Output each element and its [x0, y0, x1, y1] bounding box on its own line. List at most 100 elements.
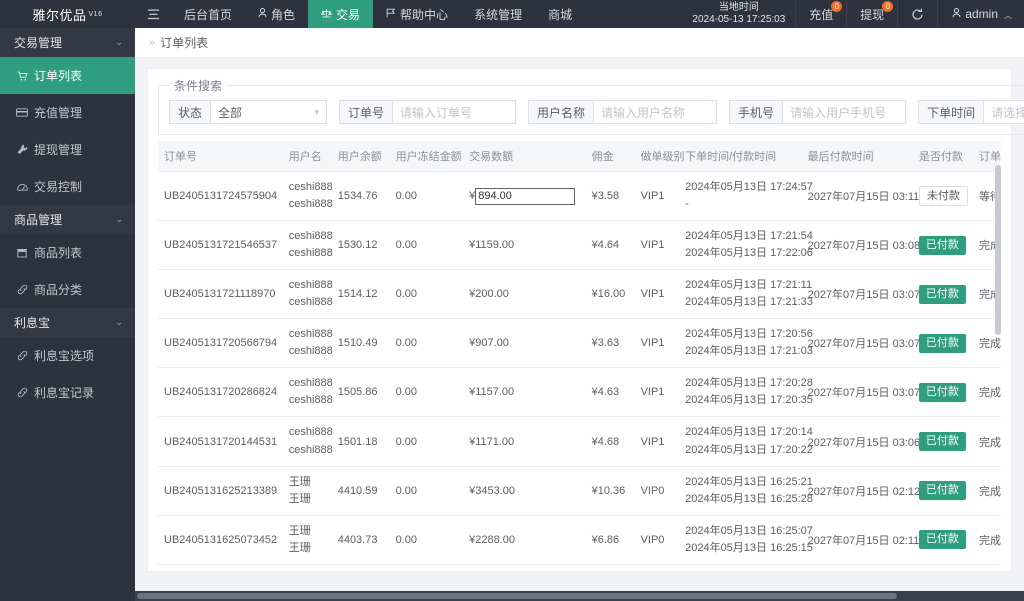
cell-username: ceshi888ceshi888 — [283, 172, 332, 221]
amount-value: ¥1157.00 — [469, 386, 514, 398]
col-frozen: 用户冻结金额 — [390, 141, 463, 172]
sidebar-group-label: 利息宝 — [14, 314, 50, 331]
withdraw-button[interactable]: 提现 0 — [846, 0, 897, 28]
sidebar-item-label: 商品分类 — [34, 281, 82, 298]
status-badge: 已付款 — [919, 530, 966, 549]
order-time-filter: 下单时间 请选择添加时间 — [918, 100, 1024, 124]
nav-item-role[interactable]: 角色 — [245, 0, 308, 28]
main-nav-items: 后台首页 角色 交易 帮助中心 系统管理 — [171, 0, 585, 28]
cell-order-no: UB2405131625213389 — [158, 466, 283, 515]
sidebar-item-withdraw-management[interactable]: 提现管理 — [0, 131, 135, 168]
cell-frozen: 0.00 — [390, 417, 463, 466]
user-menu[interactable]: admin — [937, 0, 1024, 28]
nav-item-dashboard[interactable]: 后台首页 — [171, 0, 245, 28]
col-paid: 是否付款 — [913, 141, 973, 172]
horizontal-scrollbar-thumb[interactable] — [137, 593, 897, 599]
cell-paid: 已付款 — [913, 417, 973, 466]
sidebar-item-product-list[interactable]: 商品列表 — [0, 234, 135, 271]
col-balance: 用户余额 — [332, 141, 390, 172]
link-icon — [16, 387, 28, 398]
table-vertical-scrollbar[interactable] — [995, 165, 1001, 335]
breadcrumb-separator: » — [149, 37, 155, 49]
nav-label: 帮助中心 — [400, 6, 448, 23]
hamburger-icon[interactable] — [135, 0, 171, 28]
sidebar-item-product-category[interactable]: 商品分类 — [0, 271, 135, 308]
local-time-label: 当地时间 — [719, 2, 759, 15]
amount-editor[interactable]: ¥ — [469, 188, 575, 205]
nav-item-transaction[interactable]: 交易 — [308, 0, 373, 28]
col-level: 做单级别 — [635, 141, 680, 172]
cell-frozen: 0.00 — [390, 368, 463, 417]
cell-username: ceshi888ceshi888 — [283, 368, 332, 417]
col-order-no: 订单号 — [158, 141, 283, 172]
cell-amount: ¥1171.00 — [463, 417, 585, 466]
order-table: 订单号 用户名 用户余额 用户冻结金额 交易数额 佣金 做单级别 下单时间/付款… — [158, 141, 1001, 571]
cell-frozen: 0.00 — [390, 564, 463, 571]
phone-filter: 手机号 请输入用户手机号 — [729, 100, 906, 124]
cell-username: ceshi888ceshi888 — [283, 270, 332, 319]
sidebar-item-order-list[interactable]: 订单列表 — [0, 57, 135, 94]
cell-commission: ¥3.58 — [586, 172, 635, 221]
cell-balance: 4410.59 — [332, 466, 390, 515]
cell-amount: ¥200.00 — [463, 270, 585, 319]
logo-version: V16 — [89, 11, 103, 18]
sidebar-item-transaction-control[interactable]: 交易控制 — [0, 168, 135, 205]
amount-input[interactable] — [475, 188, 575, 205]
sidebar-item-interest-records[interactable]: 利息宝记录 — [0, 374, 135, 411]
cell-last-pay: 2027年07月15日 03:07:35 — [802, 319, 913, 368]
cell-order-no: UB2405131720566794 — [158, 319, 283, 368]
top-navigation-bar: 雅尔优品V16 后台首页 角色 交易 — [0, 0, 1024, 28]
nav-item-help-center[interactable]: 帮助中心 — [373, 0, 461, 28]
amount-value: ¥2288.00 — [469, 534, 515, 546]
cell-order-no: UB2405131720144531 — [158, 417, 283, 466]
nav-label: 交易 — [336, 6, 360, 23]
status-select[interactable]: 全部 ▾ — [210, 100, 327, 124]
refresh-icon[interactable] — [897, 0, 937, 28]
amount-value: ¥1171.00 — [469, 436, 514, 448]
order-time-input[interactable]: 请选择添加时间 — [983, 100, 1024, 124]
status-badge: 未付款 — [919, 186, 968, 207]
table-row: UB2405131720286824ceshi888ceshi8881505.8… — [158, 368, 1001, 417]
cell-amount: ¥1157.00 — [463, 368, 585, 417]
local-time-value: 2024-05-13 17:25:03 — [692, 14, 785, 27]
status-filter: 状态 全部 ▾ — [169, 100, 327, 124]
cell-commission: ¥3.63 — [586, 319, 635, 368]
main-content: » 订单列表 条件搜索 状态 全部 ▾ — [135, 28, 1024, 601]
nav-item-mall[interactable]: 商城 — [535, 0, 585, 28]
sidebar-item-recharge-management[interactable]: 充值管理 — [0, 94, 135, 131]
order-no-input[interactable]: 请输入订单号 — [392, 100, 516, 124]
order-time-label: 下单时间 — [918, 100, 983, 124]
username-input[interactable]: 请输入用户名称 — [593, 100, 717, 124]
cell-paid: 已付款 — [913, 466, 973, 515]
sidebar-item-interest-options[interactable]: 利息宝选项 — [0, 337, 135, 374]
cell-status: 完成付款 — [973, 417, 1001, 466]
recharge-button[interactable]: 充值 0 — [795, 0, 846, 28]
nav-label: 商城 — [548, 6, 572, 23]
cell-frozen: 0.00 — [390, 319, 463, 368]
sidebar-item-label: 利息宝选项 — [34, 347, 94, 364]
sidebar-group-product-management[interactable]: 商品管理 ⌄ — [0, 205, 135, 234]
app-logo[interactable]: 雅尔优品V16 — [0, 0, 135, 28]
user-name-label: admin — [965, 7, 998, 21]
horizontal-scrollbar-track[interactable] — [135, 591, 1024, 601]
sidebar-group-transaction-management[interactable]: 交易管理 ⌄ — [0, 28, 135, 57]
order-table-container: 订单号 用户名 用户余额 用户冻结金额 交易数额 佣金 做单级别 下单时间/付款… — [158, 141, 1001, 571]
cell-balance: 1510.49 — [332, 319, 390, 368]
chevron-down-icon: ⌄ — [115, 37, 123, 48]
withdraw-badge: 0 — [882, 1, 893, 12]
phone-input[interactable]: 请输入用户手机号 — [782, 100, 906, 124]
logo-text: 雅尔优品 — [33, 5, 87, 24]
wrench-icon — [16, 144, 28, 155]
nav-item-system-management[interactable]: 系统管理 — [461, 0, 535, 28]
amount-value: ¥200.00 — [469, 288, 509, 300]
table-row: UB2405131720144531ceshi888ceshi8881501.1… — [158, 417, 1001, 466]
col-commission: 佣金 — [586, 141, 635, 172]
status-badge: 已付款 — [919, 481, 966, 500]
table-row: UB2405131721546537ceshi888ceshi8881530.1… — [158, 221, 1001, 270]
sidebar-group-interest-treasure[interactable]: 利息宝 ⌄ — [0, 308, 135, 337]
cell-paid: 已付款 — [913, 319, 973, 368]
search-fieldset: 条件搜索 状态 全部 ▾ 订单号 请输入订单 — [158, 77, 1024, 135]
sidebar: 交易管理 ⌄ 订单列表 充值管理 提现管理 交易控制 — [0, 28, 135, 601]
cell-order-time: 2024年05月13日 17:24:57- — [679, 172, 801, 221]
amount-value: ¥1159.00 — [469, 239, 514, 251]
